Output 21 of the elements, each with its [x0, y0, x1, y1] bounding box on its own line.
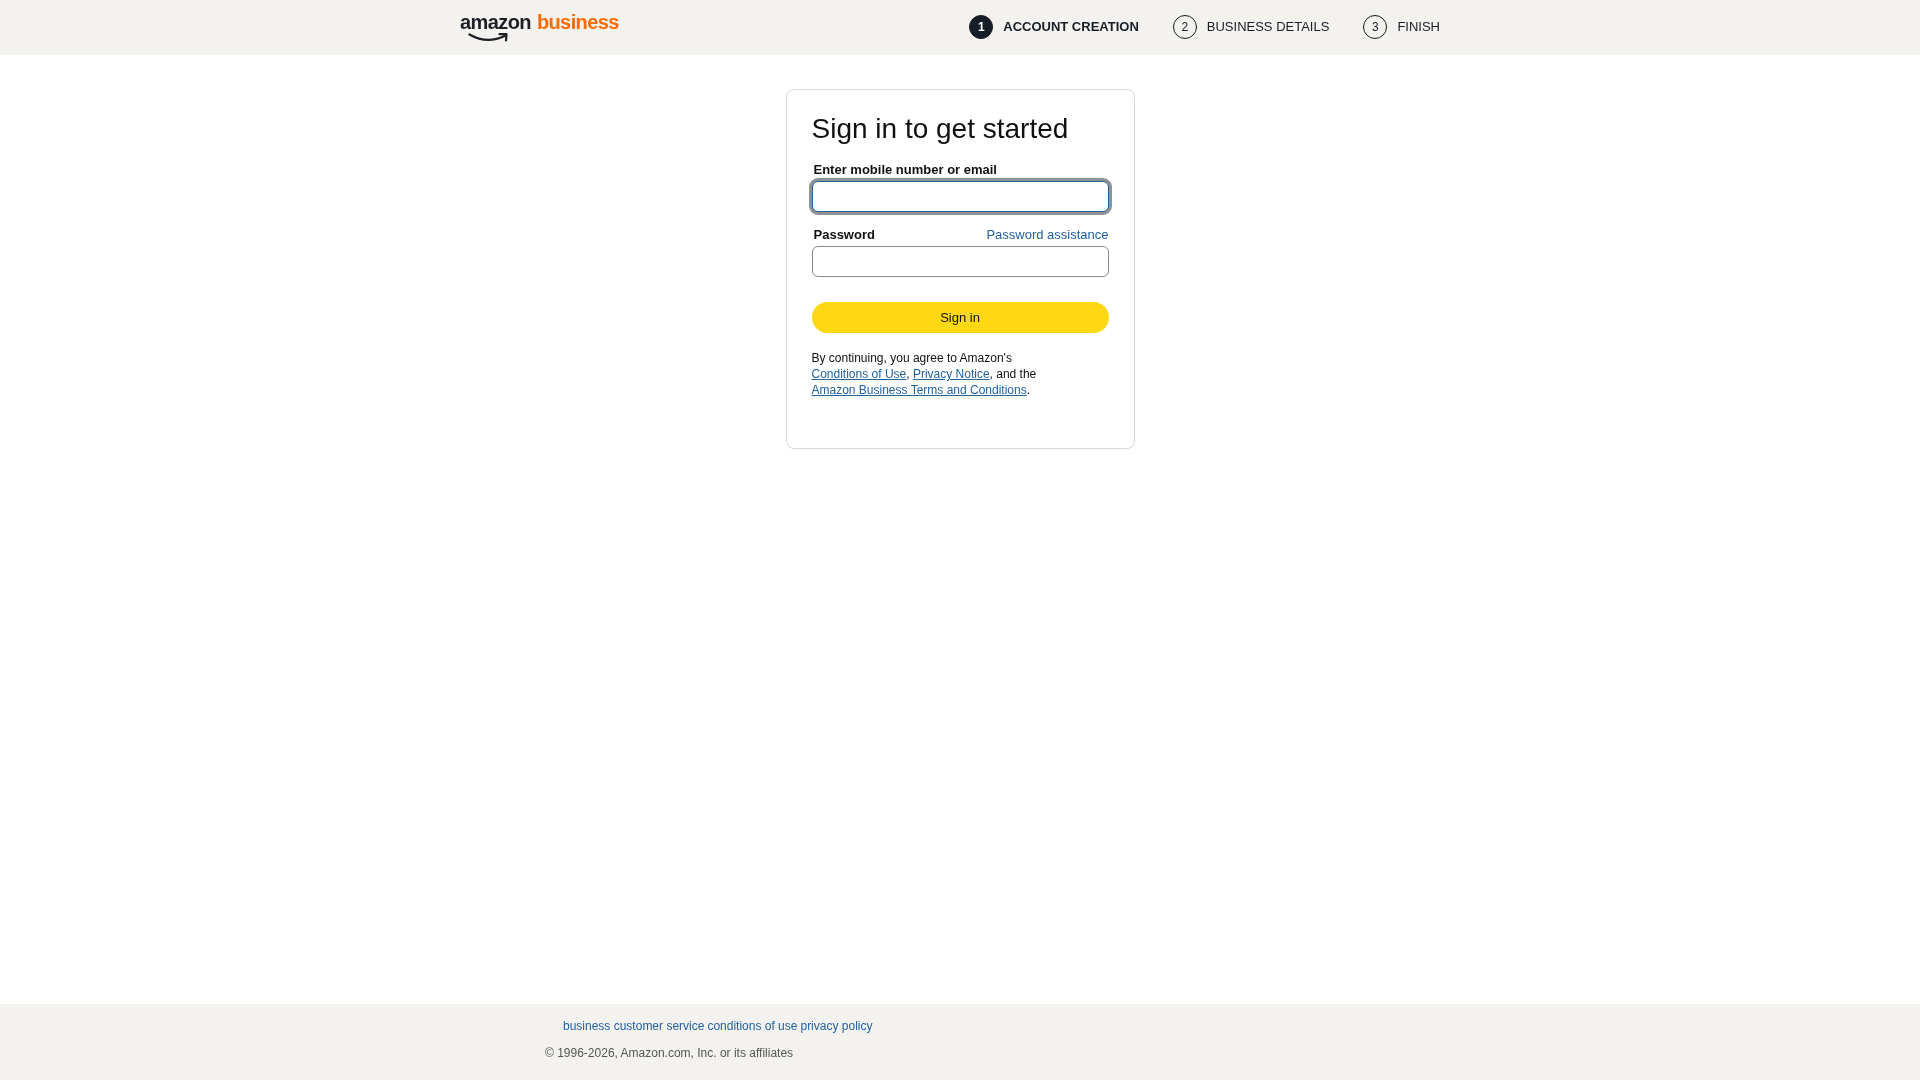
- field-label: Password: [813, 226, 875, 244]
- legal-link[interactable]: Privacy Notice: [912, 367, 990, 381]
- step-label: FINISH: [1397, 19, 1440, 34]
- footer-link[interactable]: conditions of use: [707, 1018, 798, 1034]
- step-number: 1: [969, 14, 994, 39]
- footer-link[interactable]: privacy policy: [800, 1018, 873, 1034]
- copyright-text: © 1996-2026, Amazon.com, Inc. or its affiliates: [545, 1045, 794, 1061]
- legal-link[interactable]: Amazon Business Terms and Conditions: [811, 383, 1027, 397]
- input-field[interactable]: [811, 246, 1109, 277]
- page-title: Sign in to get started: [811, 112, 1070, 146]
- help-link[interactable]: Password assistance: [986, 225, 1109, 244]
- step-label: ACCOUNT CREATION: [1003, 19, 1139, 34]
- legal-notice: By continuing, you agree to Amazon's Conditions of Use, Privacy Notice, and the Amazon Business Terms and Conditions.: [811, 350, 1038, 398]
- input-field[interactable]: [811, 181, 1109, 212]
- step-label: BUSINESS DETAILS: [1206, 19, 1330, 34]
- logo-wordmark: amazon: [460, 11, 531, 33]
- sign-in-button[interactable]: Sign in: [811, 302, 1109, 333]
- field-label: Enter mobile number or email: [813, 161, 997, 179]
- logo-product-name: business: [536, 11, 619, 33]
- smile-arrow-icon: [468, 32, 508, 42]
- footer-link[interactable]: business customer service: [563, 1018, 705, 1034]
